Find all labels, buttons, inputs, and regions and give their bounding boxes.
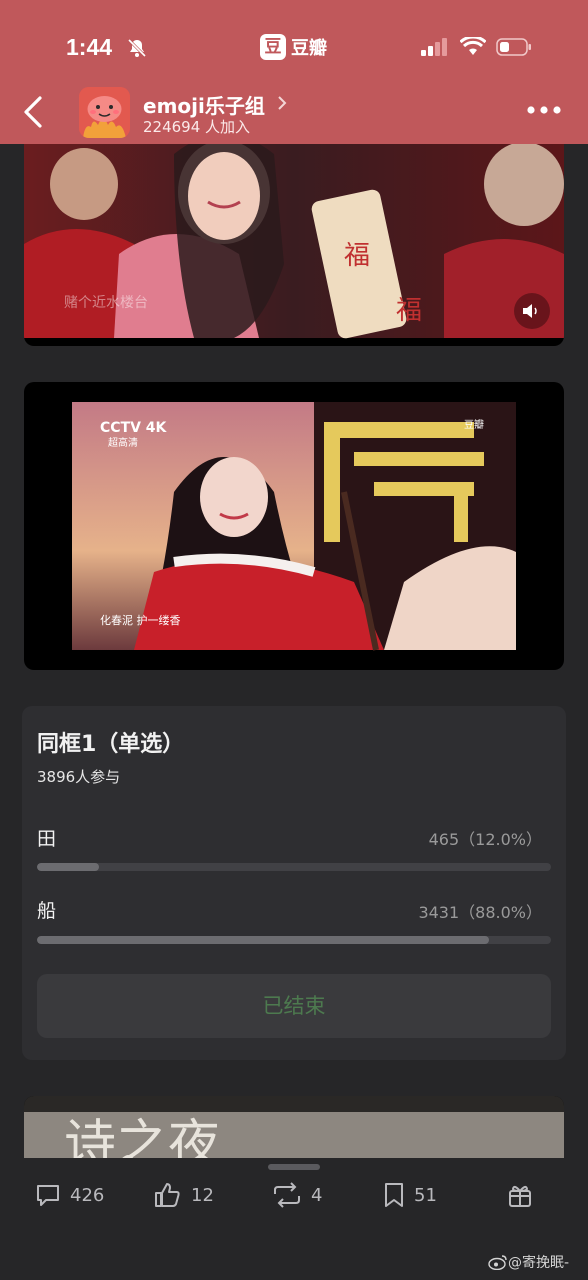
- bookmark-icon: [385, 1183, 403, 1207]
- video-clip-2[interactable]: CCTV 4K 超高清 豆瓣 化春泥 护一缕香: [24, 382, 564, 670]
- gift-icon: [509, 1185, 531, 1207]
- chevron-right-icon[interactable]: [276, 94, 288, 112]
- video-clip-1[interactable]: 福 福 赌个近水楼台: [24, 144, 564, 346]
- poll-option-bar-fill: [37, 936, 490, 944]
- poll-participants: 3896人参与: [37, 768, 121, 786]
- weibo-logo-icon: [488, 1255, 507, 1270]
- poll-option-label: 田: [37, 828, 57, 850]
- comment-icon: [37, 1185, 59, 1206]
- video-frame-3: 诗之夜: [24, 1096, 564, 1166]
- gift-button[interactable]: [506, 1180, 534, 1210]
- status-time: 1:44: [66, 34, 113, 60]
- douban-logo-icon: 豆: [260, 34, 286, 60]
- group-member-count: 224694 人加入: [143, 118, 251, 136]
- watermark-tag: 豆瓣: [464, 419, 484, 431]
- channel-logo: CCTV 4K: [100, 420, 168, 436]
- app-header: 1:44 豆 豆瓣 emoji乐子组 224694 人加入: [0, 0, 588, 144]
- poll-option-bar: [37, 936, 551, 944]
- more-options-icon[interactable]: [526, 105, 562, 115]
- weibo-watermark: @寄挽眠-: [488, 1252, 569, 1272]
- video-frame-2: CCTV 4K 超高清 豆瓣 化春泥 护一缕香: [72, 402, 516, 651]
- lyric-subtitle: 化春泥 护一缕香: [100, 613, 181, 627]
- svg-text:福: 福: [396, 296, 422, 326]
- wifi-icon: [460, 37, 486, 55]
- poll-option-stat: 465（12.0%）: [428, 830, 542, 849]
- video-clip-3[interactable]: 诗之夜: [24, 1096, 564, 1166]
- poll-option-stat: 3431（88.0%）: [418, 903, 542, 922]
- app-name: 豆瓣: [291, 38, 327, 59]
- back-arrow-icon[interactable]: [20, 94, 46, 130]
- status-bar: 1:44 豆 豆瓣: [0, 24, 588, 72]
- video-caption: 赌个近水楼台: [64, 295, 148, 311]
- collect-button[interactable]: 51: [382, 1180, 437, 1210]
- poll-option-bar: [37, 863, 551, 871]
- like-count: 12: [191, 1184, 214, 1206]
- bell-muted-icon: [127, 38, 147, 58]
- battery-icon: [496, 38, 531, 56]
- video-frame-1: 福 福 赌个近水楼台: [24, 144, 564, 339]
- signal-icon: [421, 38, 447, 56]
- poll-title: 同框1（单选）: [37, 732, 185, 757]
- group-nav-bar: emoji乐子组 224694 人加入: [0, 82, 588, 142]
- repost-icon: [274, 1182, 300, 1208]
- like-button[interactable]: 12: [153, 1180, 214, 1210]
- svg-text:福: 福: [344, 241, 370, 271]
- watermark-text: @寄挽眠-: [508, 1255, 570, 1271]
- comment-count: 426: [70, 1184, 105, 1206]
- group-avatar[interactable]: [79, 87, 130, 138]
- poll-option-bar-fill: [37, 863, 99, 871]
- drag-handle[interactable]: [268, 1164, 320, 1170]
- app-badge: 豆 豆瓣: [260, 32, 327, 62]
- thumbs-up-icon: [155, 1183, 180, 1207]
- volume-icon[interactable]: [520, 300, 542, 322]
- collect-count: 51: [414, 1184, 437, 1206]
- poll-ended-button[interactable]: 已结束: [37, 974, 551, 1038]
- poll-card: 同框1（单选） 3896人参与 田 465（12.0%） 船 3431（88.0…: [22, 706, 566, 1060]
- bottom-action-bar: 426 12 4 51 @寄挽眠-: [0, 1158, 588, 1280]
- comment-button[interactable]: 426: [34, 1180, 104, 1210]
- channel-sub: 超高清: [108, 436, 138, 449]
- fire-emoji-avatar-icon: [79, 87, 130, 138]
- repost-button[interactable]: 4: [271, 1180, 322, 1210]
- group-name[interactable]: emoji乐子组: [143, 90, 265, 119]
- poll-option-label: 船: [37, 900, 57, 922]
- repost-count: 4: [311, 1184, 323, 1206]
